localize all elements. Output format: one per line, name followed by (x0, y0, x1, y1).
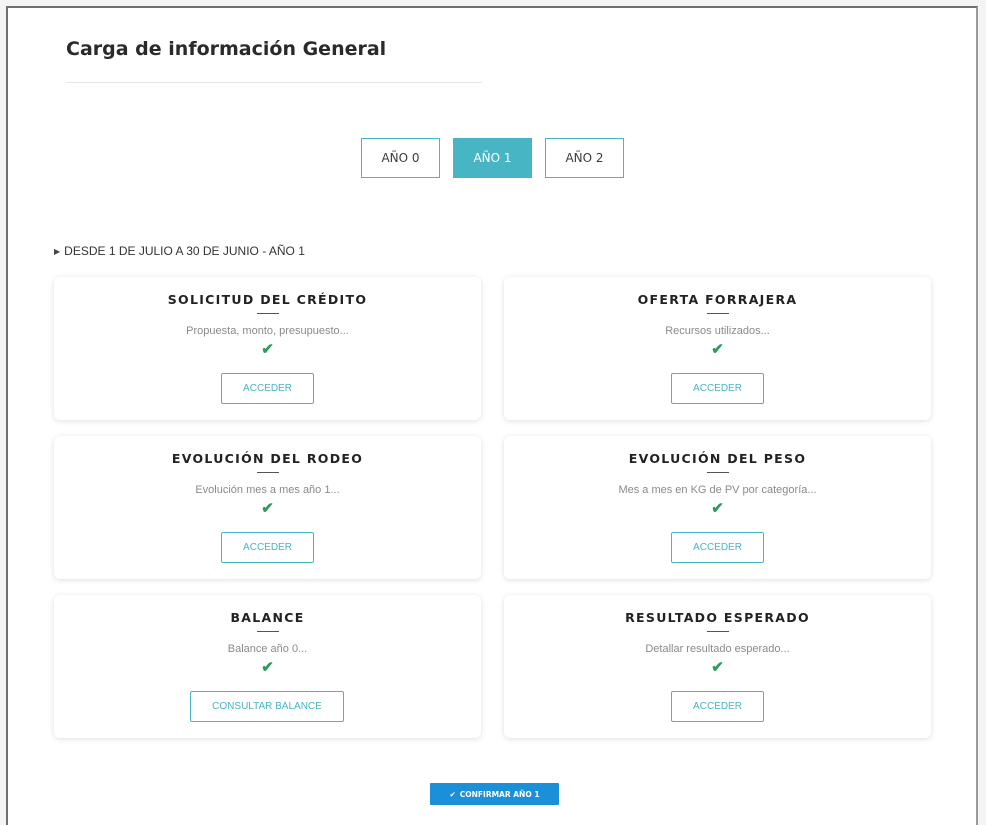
acceder-button[interactable]: ACCEDER (671, 691, 764, 722)
card-evolucion-peso: EVOLUCIÓN DEL PESO Mes a mes en KG de PV… (504, 436, 931, 579)
acceder-button[interactable]: ACCEDER (221, 373, 314, 404)
card-description: Detallar resultado esperado... (645, 643, 790, 655)
card-title-divider (256, 472, 279, 473)
card-description: Mes a mes en KG de PV por categoría... (618, 484, 817, 496)
check-icon: ✔ (261, 659, 274, 676)
acceder-button[interactable]: ACCEDER (221, 532, 314, 563)
tab-ano-2[interactable]: AÑO 2 (545, 138, 624, 178)
page-title: Carga de información General (66, 38, 387, 60)
card-title-divider (706, 313, 729, 314)
card-evolucion-rodeo: EVOLUCIÓN DEL RODEO Evolución mes a mes … (54, 436, 481, 579)
confirm-year-button[interactable]: ✔ CONFIRMAR AÑO 1 (430, 783, 559, 805)
card-title-divider (706, 472, 729, 473)
card-title-divider (256, 313, 279, 314)
card-solicitud-credito: SOLICITUD DEL CRÉDITO Propuesta, monto, … (54, 277, 481, 420)
check-icon: ✔ (711, 341, 724, 358)
check-icon: ✔ (261, 500, 274, 517)
title-divider (66, 82, 482, 83)
consultar-balance-button[interactable]: CONSULTAR BALANCE (190, 691, 344, 722)
check-icon: ✔ (711, 659, 724, 676)
confirm-label: CONFIRMAR AÑO 1 (459, 789, 540, 799)
check-icon: ✔ (711, 500, 724, 517)
card-title: RESULTADO ESPERADO (625, 610, 810, 625)
caret-right-icon: ▶ (54, 246, 61, 256)
card-title-divider (706, 631, 729, 632)
content-frame: Carga de información General AÑO 0 AÑO 1… (6, 6, 978, 825)
card-oferta-forrajera: OFERTA FORRAJERA Recursos utilizados... … (504, 277, 931, 420)
card-title: OFERTA FORRAJERA (637, 292, 798, 307)
tab-ano-1[interactable]: AÑO 1 (453, 138, 532, 178)
period-label: DESDE 1 DE JULIO A 30 DE JUNIO - AÑO 1 (64, 244, 305, 258)
card-resultado-esperado: RESULTADO ESPERADO Detallar resultado es… (504, 595, 931, 738)
tab-ano-0[interactable]: AÑO 0 (361, 138, 440, 178)
check-icon: ✔ (261, 341, 274, 358)
card-description: Balance año 0... (227, 643, 308, 655)
card-title: EVOLUCIÓN DEL RODEO (171, 451, 364, 466)
acceder-button[interactable]: ACCEDER (671, 532, 764, 563)
card-title: SOLICITUD DEL CRÉDITO (167, 292, 368, 307)
card-title: EVOLUCIÓN DEL PESO (628, 451, 807, 466)
card-description: Recursos utilizados... (665, 325, 770, 337)
card-title-divider (256, 631, 279, 632)
card-title: BALANCE (230, 610, 305, 625)
card-description: Propuesta, monto, presupuesto... (186, 325, 349, 337)
period-toggle[interactable]: ▶ DESDE 1 DE JULIO A 30 DE JUNIO - AÑO 1 (54, 244, 305, 258)
check-icon: ✔ (449, 789, 456, 799)
card-balance: BALANCE Balance año 0... ✔ CONSULTAR BAL… (54, 595, 481, 738)
card-description: Evolución mes a mes año 1... (195, 484, 340, 496)
acceder-button[interactable]: ACCEDER (671, 373, 764, 404)
